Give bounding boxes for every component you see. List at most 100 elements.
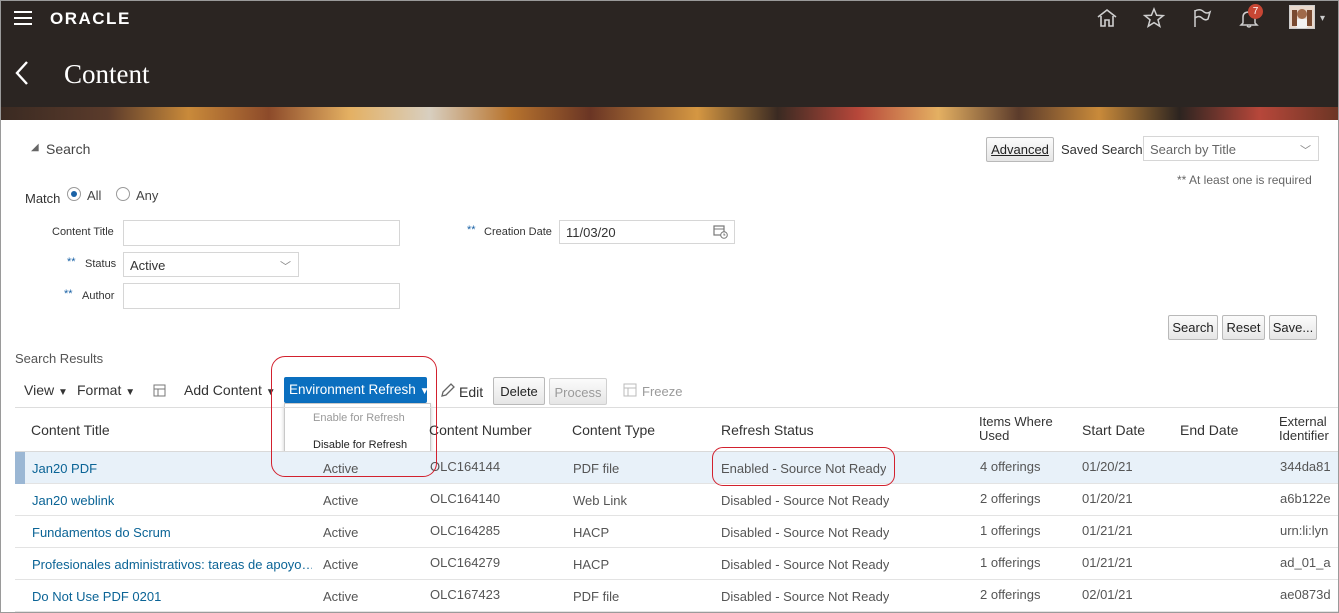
search-section-title[interactable]: Search xyxy=(46,141,90,157)
column-header-line: External xyxy=(1279,414,1327,429)
refresh-status-cell: Disabled - Source Not Ready xyxy=(721,493,890,508)
content-type-cell: HACP xyxy=(573,557,610,572)
view-label: View xyxy=(24,382,55,398)
items-where-used-cell: 2 offerings xyxy=(980,587,1041,602)
external-identifier-cell: ad_01_a xyxy=(1280,555,1331,570)
advanced-button[interactable]: Advanced xyxy=(986,137,1054,162)
edit-button[interactable]: Edit xyxy=(459,384,483,400)
user-menu-chevron-icon[interactable]: ▾ xyxy=(1320,13,1325,24)
saved-search-label: Saved Search xyxy=(1061,142,1143,157)
required-marker: ** xyxy=(64,288,73,300)
row-selection-indicator xyxy=(15,452,25,484)
column-header-line: Used xyxy=(979,428,1010,443)
match-label: Match xyxy=(25,191,61,206)
reset-button[interactable]: Reset xyxy=(1222,315,1265,340)
column-header-start-date[interactable]: Start Date xyxy=(1082,422,1145,438)
view-menu[interactable]: View ▼ xyxy=(24,382,68,398)
highlight-refresh-status xyxy=(712,447,895,486)
start-date-cell: 02/01/21 xyxy=(1082,587,1133,602)
start-date-cell: 01/20/21 xyxy=(1082,491,1133,506)
highlight-environment-refresh xyxy=(271,356,437,477)
status-cell: Active xyxy=(323,493,359,508)
status-cell: Active xyxy=(323,589,359,604)
calendar-icon[interactable] xyxy=(713,224,728,239)
refresh-status-cell: Disabled - Source Not Ready xyxy=(721,557,890,572)
content-number-cell: OLC164279 xyxy=(430,555,501,570)
table-row[interactable] xyxy=(15,516,1338,548)
add-content-menu[interactable]: Add Content ▼ xyxy=(184,382,276,398)
start-date-cell: 01/21/21 xyxy=(1082,555,1133,570)
content-title-link[interactable]: Jan20 PDF xyxy=(32,461,97,476)
pencil-icon[interactable] xyxy=(440,382,456,398)
menu-icon[interactable] xyxy=(14,11,32,25)
column-header-external-identifier[interactable]: External Identifier xyxy=(1279,415,1329,443)
process-button[interactable]: Process xyxy=(549,378,607,405)
creation-date-input[interactable]: 11/03/20 xyxy=(559,220,735,244)
search-button[interactable]: Search xyxy=(1168,315,1218,340)
content-number-cell: OLC164285 xyxy=(430,523,501,538)
match-any-radio[interactable] xyxy=(116,187,130,201)
table-row[interactable] xyxy=(15,452,1338,484)
content-number-cell: OLC167423 xyxy=(430,587,501,602)
match-any-label: Any xyxy=(136,188,159,203)
save-search-button[interactable]: Save... xyxy=(1269,315,1317,340)
chevron-down-icon: ﹀ xyxy=(280,261,291,273)
external-identifier-cell: ae0873d xyxy=(1280,587,1331,602)
author-input[interactable] xyxy=(123,283,400,309)
oracle-logo: ORACLE xyxy=(50,9,131,28)
home-icon[interactable] xyxy=(1095,7,1119,29)
freeze-icon[interactable] xyxy=(623,383,637,397)
results-title: Search Results xyxy=(15,351,104,366)
content-title-label: Content Title xyxy=(52,226,114,238)
items-where-used-cell: 2 offerings xyxy=(980,491,1041,506)
content-title-link[interactable]: Fundamentos do Scrum xyxy=(32,525,171,540)
required-marker: ** xyxy=(67,256,76,268)
column-header-items-where-used[interactable]: Items Where Used xyxy=(979,415,1053,443)
column-header-content-type[interactable]: Content Type xyxy=(572,422,655,438)
favorites-star-icon[interactable] xyxy=(1142,7,1166,29)
saved-search-select[interactable]: Search by Title xyxy=(1143,136,1319,161)
start-date-cell: 01/20/21 xyxy=(1082,459,1133,474)
content-number-cell: OLC164144 xyxy=(430,459,501,474)
content-title-link[interactable]: Jan20 weblink xyxy=(32,493,114,508)
content-title-link[interactable]: Do Not Use PDF 0201 xyxy=(32,589,161,604)
user-avatar[interactable] xyxy=(1289,5,1315,29)
table-top-border xyxy=(15,407,1338,408)
freeze-button[interactable]: Freeze xyxy=(642,384,682,399)
global-header: ORACLE 7 ▾ Content xyxy=(1,1,1338,107)
status-select[interactable]: Active xyxy=(123,252,299,277)
content-type-cell: PDF file xyxy=(573,589,620,604)
column-header-refresh-status[interactable]: Refresh Status xyxy=(721,422,814,438)
page-title: Content xyxy=(64,59,150,89)
decorative-banner xyxy=(1,107,1338,120)
creation-date-label: Creation Date xyxy=(484,226,552,238)
caret-down-icon: ▼ xyxy=(125,387,136,398)
back-icon[interactable] xyxy=(13,59,33,87)
table-row[interactable] xyxy=(15,580,1338,612)
table-row[interactable] xyxy=(15,484,1338,516)
column-header-end-date[interactable]: End Date xyxy=(1180,422,1238,438)
external-identifier-cell: a6b122e xyxy=(1280,491,1331,506)
content-type-cell: Web Link xyxy=(573,493,627,508)
content-type-cell: HACP xyxy=(573,525,610,540)
caret-down-icon: ▼ xyxy=(57,387,68,398)
status-cell: Active xyxy=(323,557,359,572)
column-header-content-number[interactable]: Content Number xyxy=(429,422,532,438)
start-date-cell: 01/21/21 xyxy=(1082,523,1133,538)
author-label: Author xyxy=(82,290,115,302)
column-header-line: Identifier xyxy=(1279,428,1329,443)
delete-button[interactable]: Delete xyxy=(493,377,545,405)
collapse-search-icon[interactable]: ◢ xyxy=(31,142,39,153)
refresh-status-cell: Disabled - Source Not Ready xyxy=(721,589,890,604)
items-where-used-cell: 4 offerings xyxy=(980,459,1041,474)
notification-count-badge: 7 xyxy=(1248,4,1263,19)
match-all-radio[interactable] xyxy=(67,187,81,201)
column-header-content-title[interactable]: Content Title xyxy=(31,422,110,438)
content-title-link[interactable]: Profesionales administrativos: tareas de… xyxy=(32,557,312,572)
content-title-input[interactable] xyxy=(123,220,400,246)
watchlist-flag-icon[interactable] xyxy=(1190,7,1214,29)
format-menu[interactable]: Format ▼ xyxy=(77,382,135,398)
detach-table-icon[interactable] xyxy=(152,383,167,398)
app-frame: ORACLE 7 ▾ Content ◢ Search Advanced Sav… xyxy=(0,0,1339,613)
content-number-cell: OLC164140 xyxy=(430,491,501,506)
